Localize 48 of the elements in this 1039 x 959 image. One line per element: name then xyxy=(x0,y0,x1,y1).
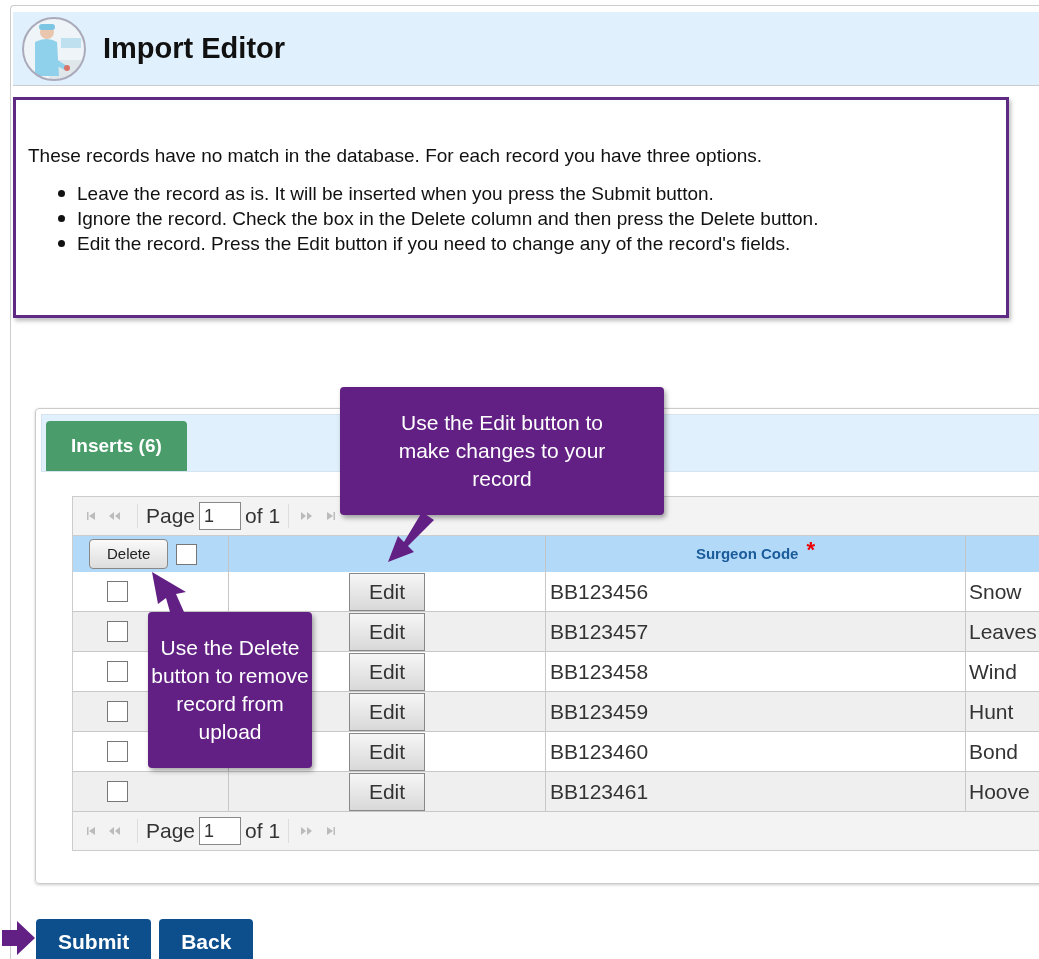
table-cell-text: Bond xyxy=(969,738,1019,765)
checkbox[interactable] xyxy=(176,543,198,565)
edit-button[interactable]: Edit xyxy=(349,772,425,811)
table-cell-text: BB123459 xyxy=(550,698,649,725)
checkbox[interactable] xyxy=(107,781,128,802)
bullet-icon xyxy=(58,189,65,197)
edit-button[interactable]: Edit xyxy=(349,692,425,731)
page-label: Page xyxy=(146,818,196,845)
required-mark: * xyxy=(806,539,816,561)
table-cell-text: Wind xyxy=(969,658,1017,685)
checkbox[interactable] xyxy=(107,621,128,642)
table-cell-text: BB123456 xyxy=(550,578,649,605)
bullet-icon xyxy=(58,239,65,247)
page-title: Import Editor xyxy=(103,30,286,66)
checkbox[interactable] xyxy=(107,661,128,682)
checkbox[interactable] xyxy=(107,581,128,602)
back-button[interactable]: Back xyxy=(159,919,254,959)
page-count: of 1 xyxy=(245,818,281,845)
table-cell-text: BB123460 xyxy=(550,738,649,765)
page-count: of 1 xyxy=(245,503,281,530)
page-number-field[interactable]: 1 xyxy=(199,817,242,845)
submit-button[interactable]: Submit xyxy=(36,919,152,959)
pointer-arrow xyxy=(386,512,436,564)
instructions-text: These records have no match in the database. For each record you have three options. xyxy=(28,144,764,168)
column-header: Surgeon Code xyxy=(695,543,799,564)
checkbox[interactable] xyxy=(107,701,128,722)
pointer-arrow xyxy=(2,921,35,955)
edit-button[interactable]: Edit xyxy=(349,732,425,771)
table-cell-text: Leaves xyxy=(969,618,1037,645)
bullet-icon xyxy=(58,214,65,222)
option-text: Edit the record. Press the Edit button if you need to change any of the record's fields. xyxy=(77,231,791,256)
edit-button[interactable]: Edit xyxy=(349,612,425,651)
option-text: Ignore the record. Check the box in the Delete column and then press the Delete button. xyxy=(77,206,819,231)
edit-button[interactable]: Edit xyxy=(349,652,425,691)
edit-button[interactable]: Edit xyxy=(349,572,425,611)
table-cell-text: Hoove xyxy=(969,778,1030,805)
table-cell-text: BB123457 xyxy=(550,618,649,645)
option-text: Leave the record as is. It will be inserted when you press the Submit button. xyxy=(77,181,714,206)
table-cell-text: Hunt xyxy=(969,698,1014,725)
delete-button[interactable]: Delete xyxy=(89,539,169,569)
checkbox[interactable] xyxy=(107,741,128,762)
delete-callout: Use the Delete button to remove record from upload xyxy=(148,612,312,768)
edit-callout: Use the Edit button to make changes to your record xyxy=(340,387,664,515)
table-cell-text: Snow xyxy=(969,578,1022,605)
page-label: Page xyxy=(146,503,196,530)
page-number-field[interactable]: 1 xyxy=(199,502,242,530)
table-cell-text: BB123458 xyxy=(550,658,649,685)
table-cell-text: BB123461 xyxy=(550,778,649,805)
